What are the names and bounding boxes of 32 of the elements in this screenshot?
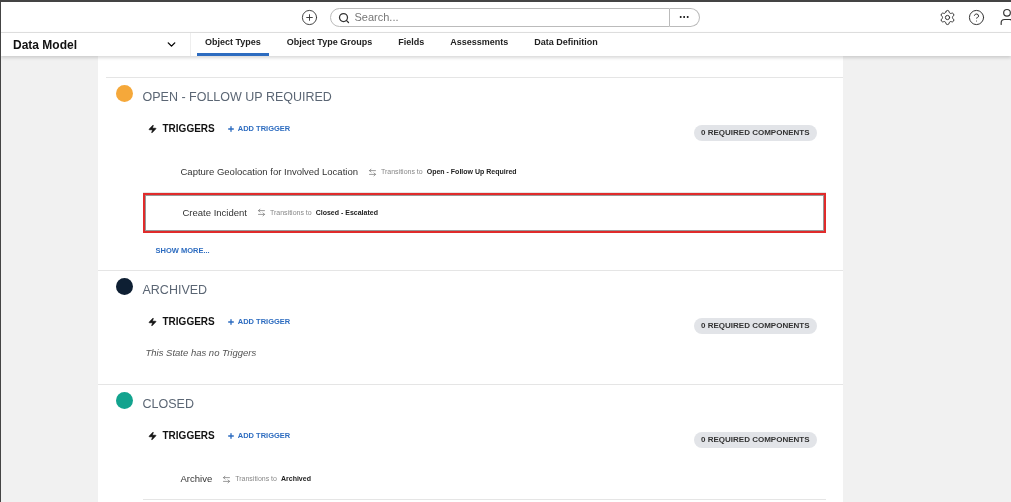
state-title: OPEN - FOLLOW UP REQUIRED: [142, 89, 332, 106]
settings-icon[interactable]: [939, 8, 956, 26]
transition-icon: [256, 208, 266, 218]
triggers-label: TRIGGERS: [162, 315, 215, 329]
state-title: ARCHIVED: [142, 281, 208, 299]
transition-icon: [222, 474, 232, 484]
lightning-icon: [147, 123, 157, 134]
transition-icon: [367, 167, 377, 177]
required-components-badge: 0 REQUIRED COMPONENTS: [694, 431, 817, 448]
nav-tab[interactable]: Data Definition: [526, 33, 606, 56]
plus-icon: [226, 317, 235, 326]
nav-tab[interactable]: Assessments: [442, 33, 517, 56]
trigger-name: Create Incident: [182, 205, 247, 220]
page-title: Data Model: [13, 36, 77, 54]
help-icon[interactable]: [968, 8, 985, 26]
search-icon: [337, 11, 350, 24]
required-components-badge: 0 REQUIRED COMPONENTS: [694, 317, 817, 334]
triggers-label: TRIGGERS: [162, 122, 215, 137]
trigger-name: Capture Geolocation for Involved Location: [180, 165, 358, 180]
triggers-label: TRIGGERS: [162, 429, 215, 443]
search-field[interactable]: Search...: [329, 7, 670, 27]
plus-icon: [226, 431, 235, 440]
nav-tab[interactable]: Fields: [390, 33, 433, 56]
state-title: CLOSED: [142, 395, 194, 413]
trigger-name: Archive: [180, 471, 213, 486]
plus-icon: [226, 124, 235, 133]
nav-tab[interactable]: Object Type Groups: [278, 33, 381, 56]
required-components-badge: 0 REQUIRED COMPONENTS: [694, 124, 817, 141]
empty-state-text: This State has no Triggers: [144, 345, 258, 360]
lightning-icon: [147, 316, 157, 327]
add-icon[interactable]: [300, 8, 318, 26]
lightning-icon: [147, 430, 157, 441]
